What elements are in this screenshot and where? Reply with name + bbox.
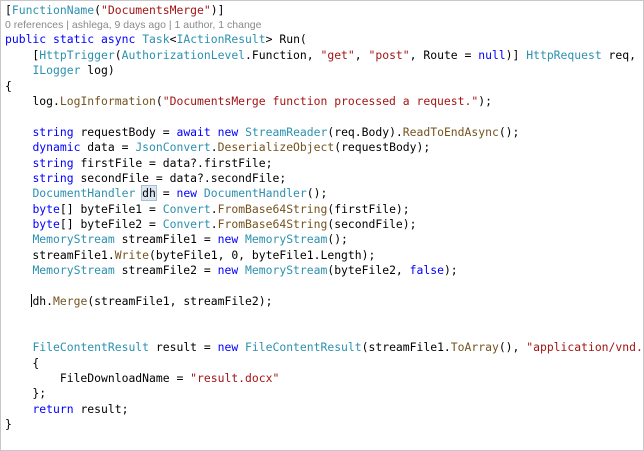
code-line: FileContentResult result = new FileConte… xyxy=(32,340,644,355)
code-line: ILogger log) xyxy=(32,63,115,78)
code-line: dh.Merge(streamFile1, streamFile2); xyxy=(31,294,273,309)
code-line: byte[] byteFile2 = Convert.FromBase64Str… xyxy=(32,217,417,232)
code-line: byte[] byteFile1 = Convert.FromBase64Str… xyxy=(32,201,410,216)
code-line: }; xyxy=(5,386,47,401)
code-area[interactable]: [FunctionName("DocumentsMerge")] 0 refere… xyxy=(5,3,644,433)
highlighted-symbol: dh xyxy=(141,185,157,202)
code-line: { xyxy=(5,355,40,370)
code-line: dynamic data = JsonConvert.DeserializeOb… xyxy=(32,140,431,155)
code-line: string requestBody = await new StreamRea… xyxy=(32,124,520,139)
code-line: [FunctionName("DocumentsMerge")] xyxy=(5,3,225,17)
code-line: streamFile1.Write(byteFile1, 0, byteFile… xyxy=(5,247,376,262)
code-line: DocumentHandler dh = new DocumentHandler… xyxy=(32,185,328,202)
text-caret xyxy=(31,294,33,308)
code-line: string firstFile = data?.firstFile; xyxy=(32,155,273,170)
code-line: return result; xyxy=(32,401,129,416)
code-line: MemoryStream streamFile1 = new MemoryStr… xyxy=(32,232,348,247)
code-line: [HttpTrigger(AuthorizationLevel.Function… xyxy=(5,47,636,62)
code-line: { xyxy=(5,78,12,93)
code-line: FileDownloadName = "result.docx" xyxy=(5,370,280,385)
code-line: public static async Task<IActionResult> … xyxy=(5,32,307,47)
code-line: string secondFile = data?.secondFile; xyxy=(32,170,287,185)
code-editor[interactable]: [FunctionName("DocumentsMerge")] 0 refere… xyxy=(0,0,644,451)
code-line: MemoryStream streamFile2 = new MemoryStr… xyxy=(32,263,458,278)
code-line: } xyxy=(5,417,12,432)
code-line: log.LogInformation("DocumentsMerge funct… xyxy=(5,93,492,108)
codelens-info: 0 references | ashlega, 9 days ago | 1 a… xyxy=(5,19,262,32)
